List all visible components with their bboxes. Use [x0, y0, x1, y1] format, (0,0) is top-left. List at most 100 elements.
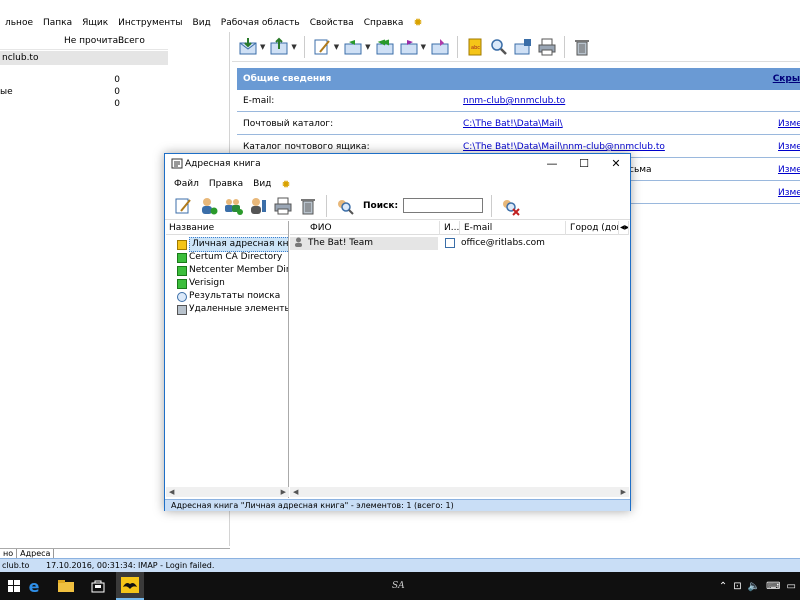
chevron-down-icon[interactable]: ▼ [291, 43, 296, 51]
clear-search-icon[interactable] [500, 196, 520, 216]
menu-workspace[interactable]: Рабочая область [216, 14, 305, 32]
change-link[interactable]: Измен [778, 159, 800, 181]
tree-item-label: Verisign [189, 278, 225, 288]
tree-item-label: Результаты поиска [189, 291, 281, 301]
main-menubar: льное Папка Ящик Инструменты Вид Рабочая… [0, 14, 800, 32]
maximize-button[interactable]: ☐ [569, 154, 599, 174]
chevron-down-icon[interactable]: ▼ [365, 43, 370, 51]
contact-list: ФИО И... E-mail Город (дом... ◀▶ The Bat… [290, 221, 629, 498]
redirect-icon[interactable] [430, 37, 450, 57]
contact-card-icon [445, 238, 455, 253]
sun-icon[interactable]: ✹ [276, 178, 295, 191]
send-mail-icon[interactable] [269, 37, 289, 57]
column-total[interactable]: Всего [118, 36, 145, 46]
scroll-left-icon[interactable]: ◀ [169, 487, 174, 497]
chevron-down-icon[interactable]: ▼ [421, 43, 426, 51]
find-contact-icon[interactable] [335, 196, 355, 216]
forward-icon[interactable] [399, 37, 419, 57]
tree-item-verisign[interactable]: Verisign [177, 277, 225, 290]
trash-icon [177, 304, 187, 315]
folder-row[interactable]: 0 [0, 98, 124, 110]
tree-hscrollbar[interactable]: ◀ ▶ [166, 487, 289, 497]
tree-item-certum[interactable]: Certum CA Directory [177, 251, 282, 264]
column-initial[interactable]: И... [440, 221, 460, 235]
edit-icon[interactable] [173, 196, 193, 216]
reply-icon[interactable] [343, 37, 363, 57]
column-scroll-icon[interactable]: ◀▶ [619, 221, 629, 235]
change-link[interactable]: Измен [778, 136, 800, 158]
info-value-link[interactable]: nnm-club@nnmclub.to [463, 90, 565, 112]
account-row[interactable]: nclub.to [0, 51, 168, 65]
tree-item-personal-book[interactable]: Личная адресная книга [177, 237, 288, 252]
change-link[interactable]: Измен [778, 182, 800, 204]
folder-row[interactable]: ые 0 [0, 86, 124, 98]
column-name[interactable]: ФИО [290, 221, 440, 235]
volume-icon[interactable]: 🔈 [748, 581, 760, 592]
contact-properties-icon[interactable] [248, 196, 268, 216]
close-button[interactable]: ✕ [601, 154, 631, 174]
chevron-down-icon[interactable]: ▼ [334, 43, 339, 51]
save-message-icon[interactable] [513, 37, 533, 57]
address-book-icon[interactable]: abc [465, 37, 485, 57]
print-icon[interactable] [273, 196, 293, 216]
scroll-right-icon[interactable]: ▶ [621, 487, 626, 497]
scroll-right-icon[interactable]: ▶ [281, 487, 286, 497]
menu-folder[interactable]: Папка [38, 14, 77, 32]
tree-header[interactable]: Название [166, 221, 288, 235]
menu-file[interactable]: льное [0, 14, 38, 32]
explorer-button[interactable] [52, 572, 80, 600]
get-mail-icon[interactable] [238, 37, 258, 57]
menu-view[interactable]: Вид [248, 179, 276, 189]
table-row[interactable]: The Bat! Team office@ritlabs.com [290, 237, 629, 250]
change-link[interactable]: Измен [778, 113, 800, 135]
notification-icon[interactable]: ▭ [787, 581, 796, 592]
column-email[interactable]: E-mail [460, 221, 566, 235]
thebat-button[interactable] [116, 572, 144, 600]
edge-button[interactable]: e [20, 572, 48, 600]
folder-label: ые [0, 87, 13, 97]
list-hscrollbar[interactable]: ◀ ▶ [290, 487, 629, 497]
keyboard-icon[interactable]: ⌨ [766, 581, 780, 592]
tree-item-deleted[interactable]: Удаленные элементы [177, 303, 288, 316]
search-input[interactable] [403, 198, 484, 213]
trash-icon[interactable] [298, 196, 318, 216]
menu-tools[interactable]: Инструменты [113, 14, 187, 32]
trash-icon[interactable] [572, 37, 592, 57]
add-contact-icon[interactable] [198, 196, 218, 216]
hide-link[interactable]: Скры [773, 68, 800, 90]
tab-addresses[interactable]: Адреса [17, 549, 55, 558]
system-tray: ⌃ ⊡ 🔈 ⌨ ▭ [719, 572, 800, 600]
tab-folders[interactable]: но [0, 549, 18, 558]
sun-icon[interactable]: ✹ [408, 14, 427, 32]
folder-icon [58, 580, 74, 592]
bat-icon [121, 577, 139, 593]
windows-icon [8, 580, 20, 592]
tree-item-search-results[interactable]: Результаты поиска [177, 290, 280, 303]
menu-properties[interactable]: Свойства [305, 14, 359, 32]
new-message-icon[interactable] [312, 37, 332, 57]
search-results-icon [177, 291, 187, 302]
network-icon[interactable]: ⊡ [733, 581, 741, 592]
info-header: Общие сведения Скры [237, 68, 800, 90]
column-city[interactable]: Город (дом... [566, 221, 619, 235]
menu-help[interactable]: Справка [359, 14, 409, 32]
tree-item-netcenter[interactable]: Netcenter Member Director [177, 264, 288, 277]
menu-mailbox[interactable]: Ящик [77, 14, 113, 32]
main-statusbar: club.to 17.10.2016, 00:31:34: IMAP - Log… [0, 558, 800, 572]
folder-row[interactable]: 0 [0, 74, 124, 86]
find-icon[interactable] [489, 37, 509, 57]
address-book-titlebar[interactable]: Адресная книга — ☐ ✕ [165, 154, 630, 174]
reply-all-icon[interactable] [375, 37, 395, 57]
menu-file[interactable]: Файл [169, 179, 204, 189]
menu-edit[interactable]: Правка [204, 179, 248, 189]
minimize-button[interactable]: — [537, 154, 567, 174]
svg-text:abc: abc [471, 45, 480, 51]
chevron-up-icon[interactable]: ⌃ [719, 581, 727, 592]
info-value-link[interactable]: C:\The Bat!\Data\Mail\ [463, 113, 563, 135]
chevron-down-icon[interactable]: ▼ [260, 43, 265, 51]
store-button[interactable] [84, 572, 112, 600]
print-icon[interactable] [537, 37, 557, 57]
menu-view[interactable]: Вид [188, 14, 216, 32]
add-group-icon[interactable] [223, 196, 243, 216]
scroll-left-icon[interactable]: ◀ [293, 487, 298, 497]
